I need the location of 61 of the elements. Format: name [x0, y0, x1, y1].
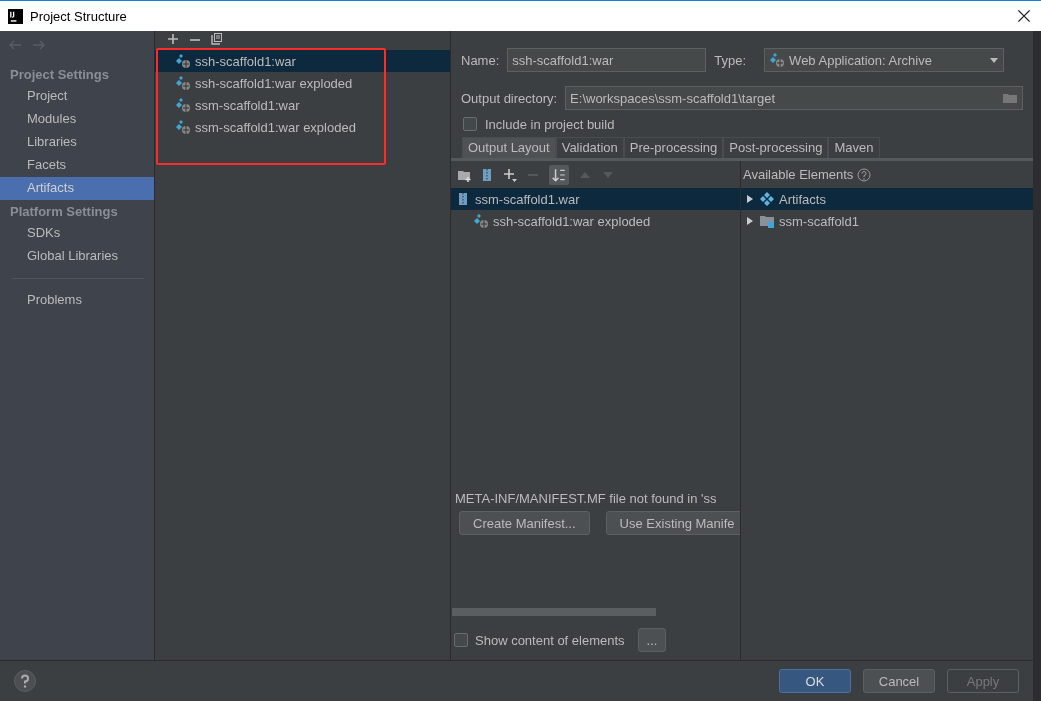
folder-icon	[759, 213, 775, 229]
artifact-item[interactable]: ssm-scaffold1:war	[155, 94, 450, 116]
help-icon[interactable]	[14, 670, 36, 692]
collapsed-arrow-icon[interactable]	[745, 216, 755, 226]
tree-item[interactable]: ssh-scaffold1:war exploded	[451, 210, 740, 232]
artifact-item[interactable]: ssh-scaffold1:war exploded	[155, 72, 450, 94]
sidebar-item[interactable]: Modules	[0, 108, 154, 131]
tab[interactable]: Output Layout	[462, 137, 556, 158]
artifact-icon	[769, 52, 786, 68]
sidebar-item[interactable]: Libraries	[0, 131, 154, 154]
checkbox-label: Include in project build	[485, 116, 615, 132]
output-directory-field[interactable]: E:\workspaces\ssm-scaffold1\target	[565, 86, 1023, 110]
copy-icon[interactable]	[211, 33, 223, 45]
type-dropdown[interactable]: Web Application: Archive	[764, 48, 1005, 72]
tree-item[interactable]: ssm-scaffold1.war	[451, 188, 740, 210]
help-icon[interactable]	[857, 167, 872, 182]
tab[interactable]: Post-processing	[723, 137, 829, 158]
artifact-icon	[175, 97, 191, 113]
artifact-icon	[759, 191, 775, 207]
tab[interactable]: Maven	[828, 137, 880, 158]
output-directory-label: Output directory:	[461, 90, 558, 106]
manifest-button[interactable]: Use Existing Manife	[605, 511, 740, 535]
checkbox[interactable]	[454, 633, 468, 647]
caret-icon	[989, 55, 1000, 65]
artifact-icon	[175, 53, 191, 69]
artifact-item[interactable]: ssh-scaffold1:war	[155, 50, 450, 72]
archive-icon[interactable]	[480, 167, 494, 182]
sort-icon[interactable]	[549, 164, 569, 185]
checkbox-label: Show content of elements	[475, 632, 625, 648]
warning-message: META-INF/MANIFEST.MF file not found in 'ss	[454, 490, 718, 508]
artifact-icon	[473, 213, 489, 229]
sidebar-item[interactable]: SDKs	[0, 222, 154, 245]
name-label: Name:	[461, 52, 500, 68]
tree-item[interactable]: Artifacts	[741, 188, 1033, 210]
ok-button[interactable]: OK	[779, 669, 851, 693]
close-icon[interactable]	[1015, 7, 1033, 25]
sidebar-item[interactable]: Facets	[0, 154, 154, 177]
tab[interactable]: Pre-processing	[623, 137, 724, 158]
tab[interactable]: Validation	[555, 137, 624, 158]
more-button[interactable]: ...	[637, 628, 667, 652]
name-field[interactable]: ssh-scaffold1:war	[507, 48, 707, 72]
sidebar-item[interactable]: Artifacts	[0, 177, 154, 200]
artifact-icon	[175, 75, 191, 91]
type-label: Type:	[714, 52, 747, 68]
collapsed-arrow-icon[interactable]	[745, 194, 755, 204]
checkbox[interactable]	[463, 117, 477, 131]
manifest-button[interactable]: Create Manifest...	[459, 511, 590, 535]
artifact-icon	[175, 119, 191, 135]
artifact-item[interactable]: ssm-scaffold1:war exploded	[155, 116, 450, 138]
panel-title: Available Elements	[743, 167, 854, 182]
sidebar-item[interactable]: Problems	[0, 289, 154, 312]
add-icon[interactable]	[167, 33, 179, 45]
tree-item[interactable]: ssm-scaffold1	[741, 210, 1033, 232]
window-title: Project Structure	[30, 8, 128, 24]
section-heading: Platform Settings	[9, 203, 119, 221]
scrollbar-thumb[interactable]	[452, 608, 656, 616]
add-dropdown-icon[interactable]	[503, 167, 517, 182]
sidebar-item[interactable]: Global Libraries	[0, 245, 154, 268]
dialog-button[interactable]: Cancel	[863, 669, 935, 693]
section-heading: Project Settings	[9, 66, 110, 84]
sidebar-item[interactable]: Project	[0, 85, 154, 108]
